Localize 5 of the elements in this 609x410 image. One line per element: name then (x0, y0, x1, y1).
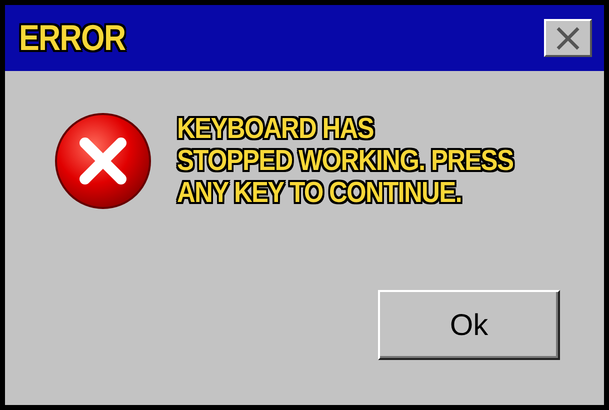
error-message: KEYBOARD HAS STOPPED WORKING. PRESS ANY KEY TO CONTINUE. (177, 113, 514, 209)
ok-button[interactable]: Ok (378, 290, 560, 360)
close-button[interactable]: × (544, 19, 592, 57)
error-icon (53, 111, 153, 211)
window-title: ERROR (19, 20, 126, 56)
